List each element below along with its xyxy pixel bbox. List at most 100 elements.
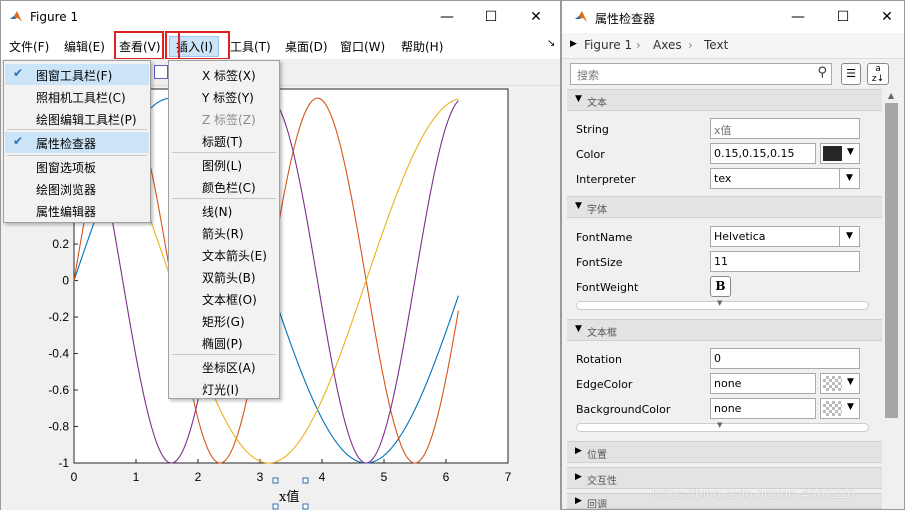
section-title: 交互性 <box>587 476 617 487</box>
insert-menu-dropdown: X 标签(X) Y 标签(Y) Z 标签(Z) 标题(T) 图例(L) 颜色栏(… <box>168 60 280 399</box>
scroll-up-icon[interactable]: ▲ <box>888 91 894 100</box>
collapse-icon: ▼ <box>575 94 582 104</box>
color-picker-button[interactable]: ▼ <box>820 143 860 164</box>
insert-item[interactable]: 坐标区(A) <box>202 359 256 376</box>
insert-item[interactable]: 双箭头(B) <box>202 269 256 286</box>
string-field[interactable]: x值 <box>710 118 860 139</box>
color-field[interactable]: 0.15,0.15,0.15 <box>710 143 816 164</box>
view-item[interactable]: 照相机工具栏(C) <box>36 89 126 106</box>
insert-item[interactable]: 文本箭头(E) <box>202 247 267 264</box>
insert-item-disabled: Z 标签(Z) <box>202 113 256 127</box>
sort-az-icon[interactable]: a z↓ <box>867 63 889 85</box>
view-item[interactable]: 属性检查器 <box>36 135 96 152</box>
dropdown-arrow-icon[interactable]: ▼ <box>839 168 860 189</box>
menu-separator <box>172 354 276 355</box>
section-interactivity-header[interactable]: ▶ 交互性 <box>567 467 882 489</box>
bgcolor-picker-button[interactable]: ▼ <box>820 398 860 419</box>
y-tick-label: -0.6 <box>48 383 69 397</box>
section-font-header[interactable]: ▼ 字体 <box>567 196 882 218</box>
x-tick-label: 3 <box>257 470 264 484</box>
view-item[interactable]: 属性编辑器 <box>36 203 96 220</box>
expand-icon: ▼ <box>717 299 723 307</box>
menu-bar: 文件(F) 编辑(E) 查看(V) 插入(I) 工具(T) 桌面(D) 窗口(W… <box>1 33 560 59</box>
section-position-header[interactable]: ▶ 位置 <box>567 441 882 463</box>
x-tick-label: 5 <box>381 470 388 484</box>
menu-tools[interactable]: 工具(T) <box>230 38 271 55</box>
close-icon[interactable]: ✕ <box>524 5 548 29</box>
dropdown-arrow-icon: ▼ <box>847 402 854 412</box>
close-icon[interactable]: ✕ <box>875 5 899 29</box>
menu-file[interactable]: 文件(F) <box>9 38 49 55</box>
menu-window[interactable]: 窗口(W) <box>340 38 385 55</box>
view-item[interactable]: 绘图编辑工具栏(P) <box>36 111 137 128</box>
insert-item[interactable]: Y 标签(Y) <box>202 89 254 106</box>
x-tick-label: 2 <box>195 470 202 484</box>
field-value: 11 <box>714 255 728 268</box>
section-text-header[interactable]: ▼ 文本 <box>567 89 882 111</box>
breadcrumb-item[interactable]: Axes <box>653 38 682 52</box>
x-axis-label[interactable]: x值 <box>279 486 299 505</box>
list-view-icon[interactable]: ☰ <box>841 63 861 85</box>
edgecolor-picker-button[interactable]: ▼ <box>820 373 860 394</box>
search-icon[interactable]: ⚲ <box>817 65 827 80</box>
prop-label: Color <box>576 148 605 161</box>
search-input[interactable]: 搜索 ⚲ <box>570 63 832 85</box>
section-textbox-header[interactable]: ▼ 文本框 <box>567 319 882 341</box>
view-item[interactable]: 图窗选项板 <box>36 159 96 176</box>
rotation-field[interactable]: 0 <box>710 348 860 369</box>
more-toggle[interactable]: ▼ <box>576 421 869 432</box>
x-tick-label: 1 <box>133 470 140 484</box>
insert-item[interactable]: 颜色栏(C) <box>202 179 256 196</box>
section-title: 字体 <box>587 205 607 216</box>
prop-label: Rotation <box>576 353 623 366</box>
insert-item[interactable]: 标题(T) <box>202 133 243 150</box>
inspector-title-bar: 属性检查器 — ☐ ✕ <box>562 1 904 33</box>
figure-title-bar: Figure 1 — ☐ ✕ <box>1 1 560 33</box>
fontname-select[interactable]: Helvetica <box>710 226 840 247</box>
dropdown-arrow-icon[interactable]: ▼ <box>839 226 860 247</box>
collapse-icon: ▼ <box>575 324 582 334</box>
y-tick-label: 0.2 <box>52 237 69 251</box>
scrollbar[interactable]: ▲ <box>884 89 902 509</box>
maximize-icon[interactable]: ☐ <box>479 5 503 29</box>
x-tick-label: 7 <box>505 470 512 484</box>
view-item[interactable]: 绘图浏览器 <box>36 181 96 198</box>
breadcrumb-item[interactable]: Figure 1 <box>584 38 632 52</box>
field-value: 0.15,0.15,0.15 <box>714 147 795 160</box>
check-icon: ✔ <box>13 66 24 80</box>
minimize-icon[interactable]: — <box>786 5 810 29</box>
field-value: none <box>714 402 742 415</box>
bold-toggle[interactable]: B <box>710 276 731 297</box>
more-toggle[interactable]: ▼ <box>576 299 869 310</box>
dock-arrow-icon[interactable]: ↘ <box>547 38 555 49</box>
colorbar-tool-icon[interactable] <box>154 65 168 79</box>
insert-item[interactable]: 线(N) <box>202 203 232 220</box>
insert-item[interactable]: X 标签(X) <box>202 67 256 84</box>
menu-separator <box>7 155 147 156</box>
menu-edit[interactable]: 编辑(E) <box>64 38 105 55</box>
insert-item[interactable]: 灯光(I) <box>202 381 239 398</box>
transparent-swatch <box>823 401 842 416</box>
breadcrumb-item[interactable]: Text <box>704 38 728 52</box>
minimize-icon[interactable]: — <box>435 5 459 29</box>
menu-help[interactable]: 帮助(H) <box>401 38 443 55</box>
field-value: 0 <box>714 352 721 365</box>
breadcrumb-arrow-icon: ▶ <box>570 39 577 49</box>
edgecolor-field[interactable]: none <box>710 373 816 394</box>
menu-desktop[interactable]: 桌面(D) <box>285 38 328 55</box>
maximize-icon[interactable]: ☐ <box>831 5 855 29</box>
scrollbar-thumb[interactable] <box>885 103 898 418</box>
menu-separator <box>7 129 147 130</box>
field-value: tex <box>714 172 732 185</box>
view-item[interactable]: 图窗工具栏(F) <box>36 67 112 84</box>
interpreter-select[interactable]: tex <box>710 168 840 189</box>
bgcolor-field[interactable]: none <box>710 398 816 419</box>
fontsize-field[interactable]: 11 <box>710 251 860 272</box>
inspector-title: 属性检查器 <box>595 12 656 26</box>
insert-item[interactable]: 椭圆(P) <box>202 335 243 352</box>
insert-item[interactable]: 文本框(O) <box>202 291 257 308</box>
expand-icon: ▶ <box>575 472 582 482</box>
insert-item[interactable]: 箭头(R) <box>202 225 244 242</box>
insert-item[interactable]: 矩形(G) <box>202 313 245 330</box>
insert-item[interactable]: 图例(L) <box>202 157 242 174</box>
